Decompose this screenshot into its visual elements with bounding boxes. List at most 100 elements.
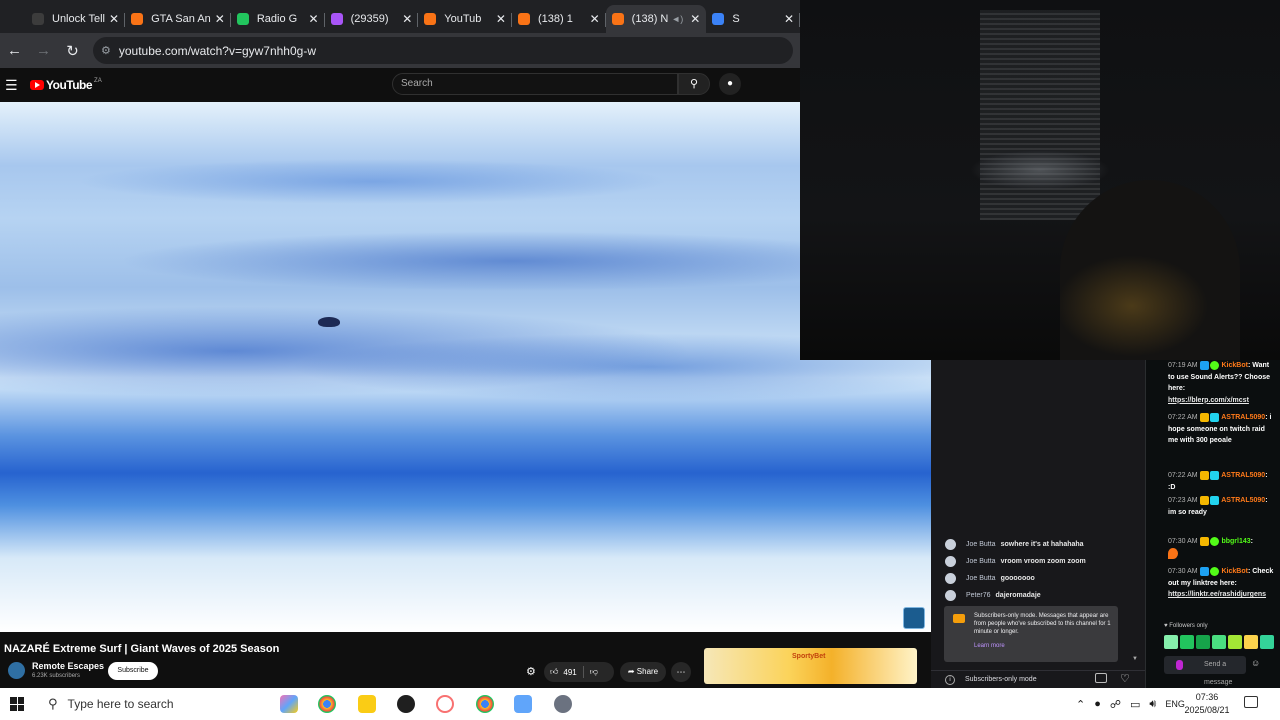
chat-username[interactable]: Joe Butta — [966, 541, 996, 548]
browser-tab[interactable]: (138) N ◄) ✕ — [605, 4, 707, 33]
close-tab-icon[interactable]: ✕ — [590, 12, 600, 26]
youtube-logo[interactable]: YouTube ZA — [30, 78, 102, 92]
close-tab-icon[interactable]: ✕ — [690, 12, 700, 26]
search-icon[interactable]: ⚲ — [678, 73, 710, 95]
emote-icon[interactable] — [1180, 635, 1194, 649]
subscribe-button[interactable]: Subscribe — [108, 662, 158, 680]
taskbar-search-input[interactable]: ⚲ Type here to search — [36, 688, 262, 720]
channel-avatar[interactable] — [8, 662, 25, 679]
chrome-icon[interactable] — [476, 695, 494, 713]
close-tab-icon[interactable]: ✕ — [402, 12, 412, 26]
badge-icon — [1209, 536, 1219, 546]
browser-tab[interactable]: S ✕ — [706, 5, 800, 33]
overlay-chat-panel: Joe Butta sowhere it's at hahahaha Joe But… — [931, 360, 1145, 688]
emote-icon[interactable] — [1260, 635, 1274, 649]
video-player[interactable] — [0, 102, 931, 632]
close-tab-icon[interactable]: ✕ — [309, 12, 319, 26]
emote-icon[interactable] — [1228, 635, 1242, 649]
emote-icon[interactable] — [1196, 635, 1210, 649]
chat-username[interactable]: KickBot — [1221, 568, 1247, 575]
kick-chat-message: 07:30 AM KickBot: Check out my linktree … — [1168, 566, 1274, 598]
chat-message-input[interactable]: Send a message — [1164, 656, 1246, 686]
copilot-icon[interactable] — [280, 695, 298, 713]
browser-tab[interactable]: YouTub ✕ — [418, 5, 512, 33]
volume-icon[interactable]: 🔊︎ — [1149, 698, 1156, 711]
emote-picker-icon[interactable]: ☺ — [1251, 658, 1260, 668]
tab-audio-icon[interactable]: ◄) — [671, 14, 683, 24]
share-label: Share — [636, 667, 659, 676]
chat-username[interactable]: ASTRAL5090 — [1221, 472, 1265, 479]
notification-icon[interactable] — [1244, 696, 1258, 708]
windows-start-icon[interactable] — [10, 697, 24, 711]
chat-username[interactable]: Peter76 — [966, 592, 991, 599]
learn-more-link[interactable]: Learn more — [974, 642, 1112, 650]
chat-timestamp: 07:30 AM — [1168, 568, 1198, 575]
back-icon[interactable]: ← — [0, 42, 29, 59]
microphone-icon[interactable]: ● — [1094, 698, 1101, 710]
chrome-icon[interactable] — [318, 695, 336, 713]
chat-timestamp: 07:22 AM — [1168, 414, 1198, 421]
chat-username[interactable]: Joe Butta — [966, 575, 996, 582]
gear-icon[interactable]: ⚙ — [526, 665, 536, 678]
tab-favicon-icon — [131, 12, 144, 25]
avatar[interactable] — [945, 538, 956, 550]
browser-tab[interactable]: (138) 1 ✕ — [512, 5, 606, 33]
channel-watermark-icon[interactable] — [903, 607, 925, 629]
close-tab-icon[interactable]: ✕ — [109, 12, 119, 26]
reload-icon[interactable]: ↻ — [58, 42, 87, 60]
app-icon[interactable] — [554, 695, 572, 713]
obs-icon[interactable] — [397, 695, 415, 713]
badge-icon — [1199, 360, 1209, 370]
close-tab-icon[interactable]: ✕ — [784, 12, 794, 26]
emote-icon[interactable] — [1164, 635, 1178, 649]
emote-icon[interactable] — [1244, 635, 1258, 649]
like-dislike-group[interactable]: 👍︎ 491 👎︎ — [544, 662, 614, 682]
chat-text: im so ready — [1168, 508, 1207, 516]
chat-link[interactable]: https://blerp.com/x/mcst — [1168, 397, 1249, 404]
chat-username[interactable]: Joe Butta — [966, 558, 996, 565]
channel-name[interactable]: Remote Escapes — [32, 661, 104, 671]
chevron-down-icon[interactable]: ▼ — [1132, 656, 1138, 662]
browser-tab[interactable]: GTA San An ✕ — [125, 5, 231, 33]
dislike-icon[interactable]: 👎︎ — [590, 667, 598, 677]
chat-link[interactable]: https://linktr.ee/rashidjurgens — [1168, 591, 1266, 598]
chat-username[interactable]: bbgrl143 — [1221, 538, 1250, 545]
microphone-icon[interactable]: ● — [719, 73, 741, 95]
app-icon[interactable] — [436, 695, 454, 713]
site-settings-icon[interactable]: ⚙ — [101, 44, 111, 57]
address-bar[interactable]: ⚙ youtube.com/watch?v=gyw7nhh0g-w — [93, 37, 793, 64]
chat-settings-icon[interactable] — [1095, 673, 1107, 683]
kick-chat-message: 07:22 AM ASTRAL5090: :D — [1168, 470, 1268, 491]
close-tab-icon[interactable]: ✕ — [215, 12, 225, 26]
chat-username[interactable]: ASTRAL5090 — [1221, 497, 1265, 504]
more-options-icon[interactable]: ⋯ — [671, 662, 691, 682]
share-button[interactable]: ➦ Share — [620, 662, 666, 682]
close-tab-icon[interactable]: ✕ — [496, 12, 506, 26]
network-icon[interactable]: ☍ — [1110, 698, 1121, 711]
emote-icon[interactable] — [1212, 635, 1226, 649]
info-icon[interactable]: i — [945, 674, 955, 685]
browser-tab[interactable]: Radio G ✕ — [231, 5, 325, 33]
youtube-search-input[interactable]: Search — [392, 73, 678, 95]
window-light — [970, 150, 1110, 190]
like-icon[interactable]: 👍︎ — [550, 667, 558, 677]
avatar[interactable] — [945, 572, 956, 584]
avatar[interactable] — [945, 555, 956, 567]
chat-username[interactable]: ASTRAL5090 — [1221, 414, 1265, 421]
chat-username[interactable]: KickBot — [1221, 362, 1247, 369]
browser-tab[interactable]: Unlock Tell ✕ — [26, 5, 126, 33]
chevron-up-icon[interactable]: ⌃ — [1076, 698, 1085, 711]
avatar[interactable] — [945, 589, 956, 601]
system-clock[interactable]: 07:36 2025/08/21 — [1180, 691, 1234, 717]
heart-icon[interactable]: ♡ — [1120, 672, 1130, 685]
browser-tab[interactable]: (29359) ✕ — [325, 5, 419, 33]
game-icon[interactable] — [514, 695, 532, 713]
emote-bar — [1164, 635, 1274, 649]
webcam-overlay — [800, 0, 1280, 360]
hamburger-menu-icon[interactable]: ☰ — [5, 77, 27, 94]
forward-icon[interactable]: → — [29, 42, 58, 59]
battery-icon[interactable]: ▭ — [1130, 698, 1140, 711]
like-count: 491 — [563, 667, 577, 677]
advertisement-banner[interactable]: SportyBet — [704, 648, 917, 684]
file-explorer-icon[interactable] — [358, 695, 376, 713]
